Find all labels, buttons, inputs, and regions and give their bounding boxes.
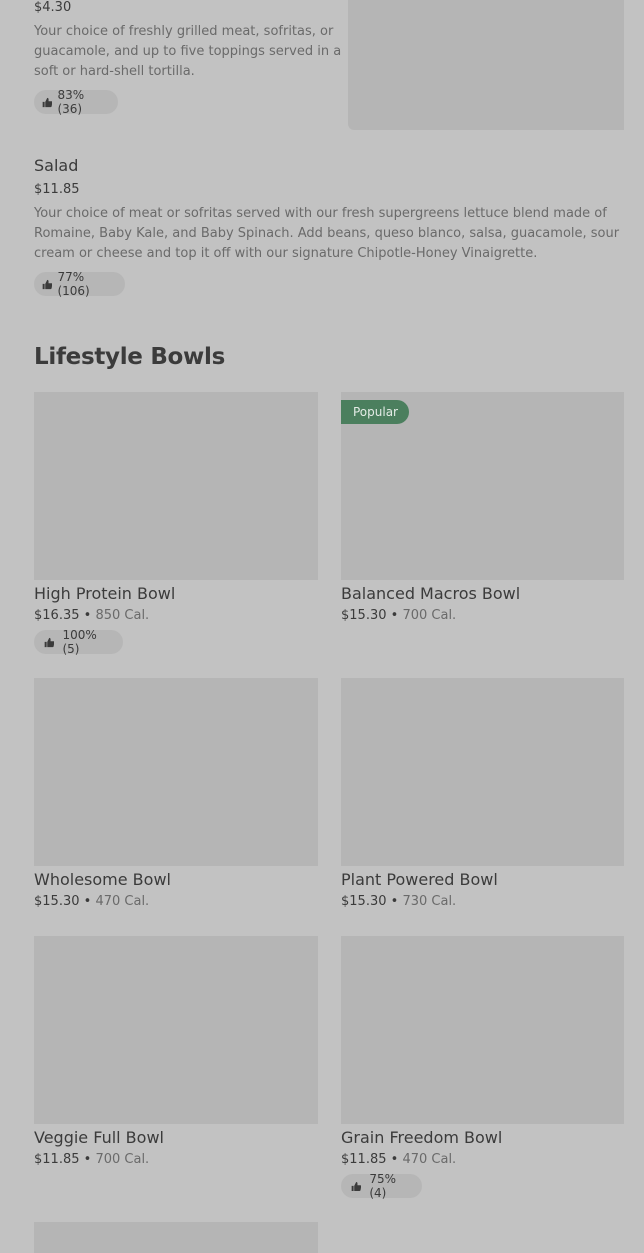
rating-text: 77% (106) xyxy=(57,270,90,298)
rating-badge: 100% (5) xyxy=(34,628,123,656)
item-image[interactable] xyxy=(34,936,318,1124)
section-title: Lifestyle Bowls xyxy=(34,344,225,370)
item-title[interactable]: Grain Freedom Bowl xyxy=(341,1128,502,1147)
item-meta: $16.35 • 850 Cal. xyxy=(34,608,150,623)
item-title[interactable]: Salad xyxy=(34,156,78,175)
item-price: $11.85 xyxy=(34,182,80,197)
rating-text: 75% (4) xyxy=(369,1172,397,1200)
rating-text: 100% (5) xyxy=(62,628,97,656)
item-image[interactable] xyxy=(348,0,624,130)
item-meta: $15.30 • 700 Cal. xyxy=(341,608,457,623)
thumbs-up-icon xyxy=(42,97,53,107)
item-image[interactable] xyxy=(34,1222,318,1253)
item-meta: $11.85 • 700 Cal. xyxy=(34,1152,150,1167)
item-title[interactable]: Balanced Macros Bowl xyxy=(341,584,520,603)
item-image[interactable] xyxy=(341,678,624,866)
rating-badge: 77% (106) xyxy=(34,270,125,298)
item-title[interactable]: High Protein Bowl xyxy=(34,584,175,603)
rating-badge: 75% (4) xyxy=(341,1172,422,1200)
item-title[interactable]: Wholesome Bowl xyxy=(34,870,171,889)
item-description: Your choice of freshly grilled meat, sof… xyxy=(34,24,342,79)
item-image[interactable] xyxy=(341,936,624,1124)
item-image[interactable] xyxy=(34,392,318,580)
thumbs-up-icon xyxy=(42,279,53,289)
thumbs-up-icon xyxy=(44,637,55,647)
item-title[interactable]: Veggie Full Bowl xyxy=(34,1128,164,1147)
item-price: $4.30 xyxy=(34,0,72,15)
popular-tag: Popular xyxy=(341,400,409,424)
item-meta: $15.30 • 470 Cal. xyxy=(34,894,150,909)
rating-text: 83% (36) xyxy=(57,88,85,116)
item-description: Your choice of meat or sofritas served w… xyxy=(34,206,620,261)
thumbs-up-icon xyxy=(351,1181,362,1191)
item-image[interactable] xyxy=(34,678,318,866)
item-meta: $11.85 • 470 Cal. xyxy=(341,1152,457,1167)
item-meta: $15.30 • 730 Cal. xyxy=(341,894,457,909)
rating-badge: 83% (36) xyxy=(34,88,118,116)
item-title[interactable]: Plant Powered Bowl xyxy=(341,870,498,889)
